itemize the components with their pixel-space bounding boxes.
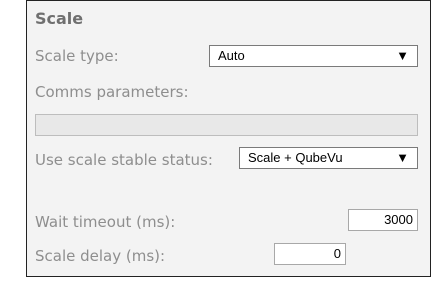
dropdown-arrow-icon: ▼ — [396, 150, 409, 165]
scale-type-select[interactable]: Auto ▼ — [209, 45, 418, 67]
comms-parameters-input[interactable] — [35, 114, 418, 136]
wait-timeout-input[interactable]: 3000 — [348, 209, 418, 231]
wait-timeout-label: Wait timeout (ms): — [35, 213, 176, 231]
use-scale-stable-value: Scale + QubeVu — [248, 150, 343, 165]
scale-settings-panel — [26, 0, 431, 277]
scale-delay-input[interactable]: 0 — [274, 243, 346, 265]
use-scale-stable-label: Use scale stable status: — [35, 151, 213, 169]
scale-type-label: Scale type: — [35, 47, 119, 65]
section-title: Scale — [35, 9, 84, 28]
dropdown-arrow-icon: ▼ — [396, 48, 409, 63]
scale-type-value: Auto — [218, 48, 245, 63]
scale-delay-label: Scale delay (ms): — [35, 247, 166, 265]
comms-parameters-label: Comms parameters: — [35, 83, 189, 101]
use-scale-stable-select[interactable]: Scale + QubeVu ▼ — [239, 147, 418, 169]
